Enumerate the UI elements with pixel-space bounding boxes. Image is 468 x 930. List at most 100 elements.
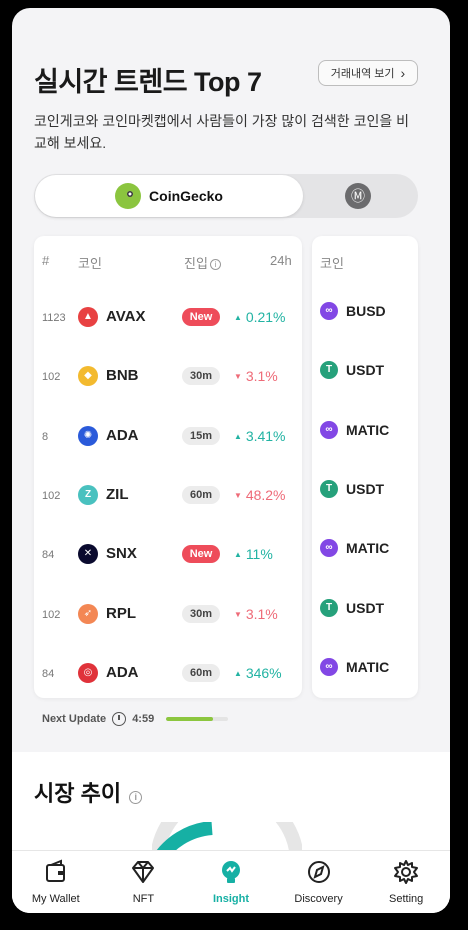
tab-label: Discovery [294, 893, 343, 905]
tab-insight[interactable]: Insight [187, 851, 275, 913]
entry-badge: 30m [182, 367, 220, 386]
change-percent: 11% [245, 546, 273, 563]
table-row[interactable]: 84 ✕ SNX New ▲ 11% [34, 541, 302, 571]
rank-header: # [42, 253, 50, 268]
compass-icon [307, 861, 330, 883]
change-value: ▲ 0.21% [234, 309, 286, 325]
down-arrow-icon: ▼ [234, 490, 242, 500]
wallet-icon [45, 859, 65, 882]
entry-header[interactable]: 진입 i [184, 253, 221, 272]
coin-symbol: BNB [106, 367, 139, 385]
change-percent: 0.21% [245, 309, 286, 325]
coin-symbol: RPL [106, 604, 136, 622]
entry-badge: 30m [182, 604, 220, 623]
rank: 102 [42, 489, 61, 502]
coinmarketcap-icon[interactable]: Ⓜ [345, 183, 371, 209]
polygon-icon: ∞ [320, 302, 338, 320]
entry-badge: 60m [182, 485, 220, 504]
table-row[interactable]: 102 ➶ RPL 30m ▼ 3.1% [34, 601, 302, 631]
coingecko-label: CoinGecko [149, 188, 223, 204]
entry-header-label: 진입 [184, 256, 208, 271]
next-update-label: Next Update [42, 713, 107, 725]
change-percent: 48.2% [245, 486, 286, 503]
next-update: Next Update 4:59 [42, 712, 229, 726]
cardano-red-icon: ◎ [78, 662, 98, 683]
info-icon[interactable]: i [129, 791, 143, 804]
market-title: 시장 추이 i [34, 776, 143, 808]
tab-label: My Wallet [31, 893, 80, 905]
app-screen: 실시간 트렌드 Top 7 거래내역 보기 › 코인게코와 코인마켓캡에서 사람… [12, 8, 450, 913]
down-arrow-icon: ▼ [234, 609, 242, 619]
entry-badge: 60m [182, 663, 220, 682]
coin-symbol: BUSD [346, 303, 386, 319]
change-header: 24h [270, 253, 292, 268]
entry-badge: New [182, 545, 220, 564]
history-button-label: 거래내역 보기 [330, 68, 395, 80]
rank: 102 [42, 371, 61, 384]
side-coin-header: 코인 [320, 256, 344, 271]
list-item[interactable]: ∞ MATIC [320, 537, 416, 561]
info-icon: i [209, 259, 221, 270]
coin-symbol: USDT [346, 480, 385, 497]
tab-my-wallet[interactable]: My Wallet [12, 851, 100, 913]
source-toggle[interactable]: CoinGecko Ⓜ [34, 174, 418, 218]
table-row[interactable]: 102 ◆ BNB 30m ▼ 3.1% [34, 363, 302, 393]
page-title: 실시간 트렌드 Top 7 [34, 67, 262, 97]
change-value: ▲ 11% [234, 546, 273, 562]
update-progress-bar [166, 717, 229, 721]
bottom-tab-bar: My Wallet NFT Insight Discovery Setting [12, 850, 450, 913]
up-arrow-icon: ▲ [234, 431, 242, 441]
coinmarketcap-trend-table: 코인 ∞ BUSD T USDT ∞ MATIC T USDT ∞ MATIC T USDT ∞ MATI… [312, 236, 418, 698]
table-row[interactable]: 8 ✺ ADA 15m ▲ 3.41% [34, 423, 302, 453]
chevron-right-icon: › [400, 65, 406, 81]
list-item[interactable]: ∞ MATIC [320, 419, 416, 443]
avalanche-icon: ▲ [78, 307, 98, 327]
diamond-icon [132, 861, 155, 883]
tab-setting[interactable]: Setting [362, 851, 450, 913]
zilliqa-icon: Z [78, 484, 98, 505]
up-arrow-icon: ▲ [234, 668, 242, 678]
list-item[interactable]: ∞ BUSD [320, 300, 416, 324]
rank: 84 [42, 549, 55, 562]
coingecko-tab[interactable]: CoinGecko [35, 175, 303, 217]
coin-symbol: SNX [106, 545, 137, 563]
update-progress-fill [166, 717, 213, 721]
timer-icon [112, 712, 127, 726]
list-item[interactable]: T USDT [320, 478, 416, 502]
table-row[interactable]: 1123 ▲ AVAX New ▲ 0.21% [34, 304, 302, 334]
change-value: ▼ 3.1% [234, 606, 278, 622]
list-item[interactable]: T USDT [320, 359, 416, 383]
rank: 84 [42, 667, 55, 680]
up-arrow-icon: ▲ [234, 313, 242, 322]
tether-icon: T [320, 361, 338, 380]
coin-symbol: MATIC [346, 540, 390, 557]
gear-icon [394, 860, 419, 884]
polygon-icon: ∞ [320, 657, 338, 676]
tab-discovery[interactable]: Discovery [275, 851, 363, 913]
coingecko-icon [115, 183, 142, 209]
coingecko-trend-table: # 코인 진입 i 24h 1123 ▲ AVAX New ▲ 0.21% 102 ◆ BNB 3… [34, 236, 302, 698]
polygon-icon: ∞ [320, 539, 338, 558]
market-title-label: 시장 추이 [34, 781, 122, 806]
synthetix-icon: ✕ [78, 544, 98, 565]
change-value: ▲ 3.41% [234, 428, 286, 444]
transaction-history-button[interactable]: 거래내역 보기 › [318, 60, 418, 86]
list-item[interactable]: T USDT [320, 597, 416, 621]
tab-label: Insight [212, 893, 250, 905]
tab-nft[interactable]: NFT [100, 851, 188, 913]
table-row[interactable]: 102 Z ZIL 60m ▼ 48.2% [34, 482, 302, 512]
change-percent: 346% [245, 664, 282, 681]
rank: 1123 [42, 312, 66, 324]
entry-badge: 15m [182, 426, 220, 445]
page-description: 코인게코와 코인마켓캡에서 사람들이 가장 많이 검색한 코인을 비교해 보세요… [34, 113, 409, 151]
coin-symbol: USDT [346, 362, 385, 379]
coin-symbol: USDT [346, 599, 385, 616]
change-value: ▼ 3.1% [234, 368, 278, 384]
entry-badge: New [182, 308, 220, 326]
coin-symbol: MATIC [346, 421, 390, 438]
list-item[interactable]: ∞ MATIC [320, 656, 416, 680]
tab-label: Setting [389, 893, 424, 905]
tab-label: NFT [132, 893, 155, 905]
table-row[interactable]: 84 ◎ ADA 60m ▲ 346% [34, 660, 302, 690]
coin-symbol: ADA [106, 663, 139, 681]
